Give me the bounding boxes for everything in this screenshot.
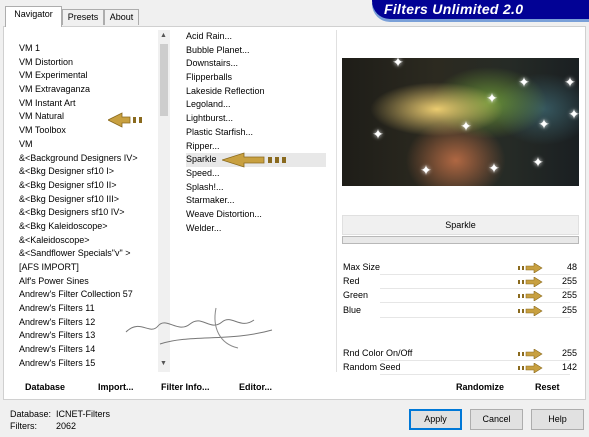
pointer-arrow-icon: [518, 363, 543, 373]
param-slider[interactable]: [380, 360, 570, 361]
tab-about[interactable]: About: [104, 9, 139, 25]
category-item[interactable]: Alf's Power Sines: [19, 275, 159, 289]
pointer-arrow-icon: [518, 291, 543, 301]
filter-item[interactable]: Flipperballs: [186, 71, 326, 85]
param-slider[interactable]: [380, 288, 570, 289]
category-item[interactable]: VM: [19, 138, 159, 152]
randomize-button[interactable]: Randomize: [456, 382, 504, 392]
param-value: 48: [566, 262, 577, 272]
sparkle-icon: ✦: [538, 116, 550, 132]
sparkle-icon: ✦: [420, 162, 432, 178]
category-item[interactable]: [AFS IMPORT]: [19, 261, 159, 275]
param-label: Rnd Color On/Off: [343, 348, 413, 358]
category-item[interactable]: VM Instant Art: [19, 97, 159, 111]
filter-item[interactable]: Plastic Starfish...: [186, 126, 326, 140]
filter-item[interactable]: Splash!...: [186, 181, 326, 195]
help-button[interactable]: Help: [531, 409, 584, 430]
filter-item[interactable]: Starmaker...: [186, 194, 326, 208]
category-item[interactable]: &<Bkg Designer sf10 I>: [19, 165, 159, 179]
pointer-arrow-icon: [518, 306, 543, 316]
cancel-button[interactable]: Cancel: [470, 409, 523, 430]
pointer-arrow-icon: [518, 263, 543, 273]
filter-item[interactable]: Lakeside Reflection: [186, 85, 326, 99]
category-item[interactable]: &<Bkg Designers sf10 IV>: [19, 206, 159, 220]
sparkle-icon: ✦: [518, 74, 530, 90]
filter-item[interactable]: Acid Rain...: [186, 30, 326, 44]
sparkle-icon: ✦: [568, 106, 579, 122]
pointer-arrow-icon: [518, 277, 543, 287]
param-label: Random Seed: [343, 362, 401, 372]
param-slider[interactable]: [380, 274, 570, 275]
category-item[interactable]: &<Bkg Designer sf10 II>: [19, 179, 159, 193]
category-item[interactable]: &<Bkg Designer sf10 III>: [19, 193, 159, 207]
sparkle-icon: ✦: [486, 90, 498, 106]
reset-button[interactable]: Reset: [535, 382, 560, 392]
category-scroll-thumb[interactable]: [160, 44, 168, 116]
preview-image: ✦ ✦ ✦ ✦ ✦ ✦ ✦ ✦ ✦ ✦ ✦: [342, 58, 579, 186]
param-label: Green: [343, 290, 369, 300]
filter-item[interactable]: Lightburst...: [186, 112, 326, 126]
category-item[interactable]: VM Experimental: [19, 69, 159, 83]
category-item[interactable]: &<Sandflower Specials"v" >: [19, 247, 159, 261]
import-button[interactable]: Import...: [98, 382, 134, 392]
scroll-up-icon[interactable]: ▲: [160, 32, 167, 39]
param-slider[interactable]: [380, 302, 570, 303]
param-label: Blue: [343, 305, 362, 315]
tab-presets[interactable]: Presets: [62, 9, 104, 25]
tab-navigator[interactable]: Navigator: [5, 6, 62, 27]
sparkle-icon: ✦: [460, 118, 472, 134]
sparkle-icon: ✦: [564, 74, 576, 90]
category-item[interactable]: &<Background Designers IV>: [19, 152, 159, 166]
database-label: Database:: [10, 409, 52, 419]
filter-item[interactable]: Welder...: [186, 222, 326, 236]
pointer-arrow-icon: [222, 152, 286, 168]
selected-filter-name: Sparkle: [342, 215, 579, 235]
banner-title: Filters Unlimited 2.0: [384, 1, 524, 17]
category-item[interactable]: &<Kaleidoscope>: [19, 234, 159, 248]
filter-item[interactable]: Legoland...: [186, 98, 326, 112]
scroll-down-icon[interactable]: ▼: [160, 360, 167, 367]
database-value: ICNET-Filters: [56, 409, 110, 419]
editor-button[interactable]: Editor...: [239, 382, 272, 392]
filter-item[interactable]: Weave Distortion...: [186, 208, 326, 222]
filter-item[interactable]: Downstairs...: [186, 57, 326, 71]
signature-watermark: [125, 307, 273, 349]
pointer-arrow-icon: [518, 349, 543, 359]
category-item[interactable]: VM Extravaganza: [19, 83, 159, 97]
progress-bar: [342, 236, 579, 244]
param-label: Max Size: [343, 262, 381, 272]
sparkle-icon: ✦: [532, 154, 544, 170]
param-slider[interactable]: [380, 374, 570, 375]
category-item[interactable]: VM 1: [19, 42, 159, 56]
title-banner: Filters Unlimited 2.0: [372, 0, 589, 19]
pointer-arrow-icon: [108, 112, 142, 128]
database-button[interactable]: Database: [25, 382, 65, 392]
param-value: 255: [561, 290, 577, 300]
apply-button[interactable]: Apply: [409, 409, 462, 430]
param-value: 255: [561, 276, 577, 286]
sparkle-icon: ✦: [372, 126, 384, 142]
category-item[interactable]: VM Distortion: [19, 56, 159, 70]
param-value: 142: [561, 362, 577, 372]
param-label: Red: [343, 276, 360, 286]
sparkle-icon: ✦: [488, 160, 500, 176]
param-slider[interactable]: [380, 317, 570, 318]
filter-info-button[interactable]: Filter Info...: [161, 382, 210, 392]
param-value: 255: [561, 348, 577, 358]
filters-label: Filters:: [10, 421, 37, 431]
param-value: 255: [561, 305, 577, 315]
sparkle-icon: ✦: [392, 58, 404, 70]
filter-item[interactable]: Bubble Planet...: [186, 44, 326, 58]
category-item[interactable]: &<Bkg Kaleidoscope>: [19, 220, 159, 234]
filter-list[interactable]: Acid Rain... Bubble Planet... Downstairs..…: [186, 30, 326, 235]
filters-count: 2062: [56, 421, 77, 431]
